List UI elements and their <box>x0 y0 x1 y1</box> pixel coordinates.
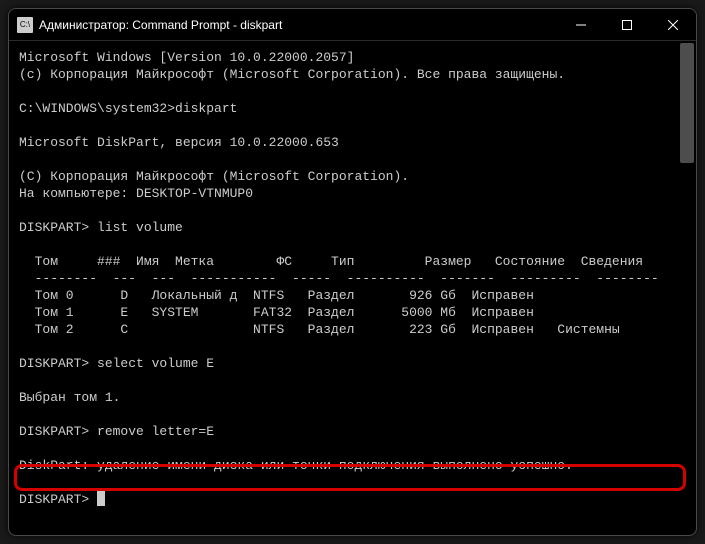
app-icon: C:\ <box>17 17 33 33</box>
output-line: (c) Корпорация Майкрософт (Microsoft Cor… <box>19 67 565 82</box>
success-message: DiskPart: удаление имени диска или точки… <box>19 458 573 473</box>
table-divider: -------- --- --- ----------- ----- -----… <box>19 271 659 286</box>
minimize-icon <box>576 20 586 30</box>
prompt-line: DISKPART> list volume <box>19 220 183 235</box>
output-line: Выбран том 1. <box>19 390 120 405</box>
current-prompt: DISKPART> <box>19 492 97 507</box>
table-row: Том 0 D Локальный д NTFS Раздел 926 Gб И… <box>19 288 534 303</box>
output-line: (C) Корпорация Майкрософт (Microsoft Cor… <box>19 169 409 184</box>
output-line: Microsoft DiskPart, версия 10.0.22000.65… <box>19 135 339 150</box>
terminal-output[interactable]: Microsoft Windows [Version 10.0.22000.20… <box>9 41 696 535</box>
table-row: Том 2 C NTFS Раздел 223 Gб Исправен Сист… <box>19 322 620 337</box>
maximize-icon <box>622 20 632 30</box>
window-controls <box>558 9 696 40</box>
table-header: Том ### Имя Метка ФС Тип Размер Состояни… <box>19 254 643 269</box>
titlebar[interactable]: C:\ Администратор: Command Prompt - disk… <box>9 9 696 41</box>
cursor <box>97 491 105 506</box>
maximize-button[interactable] <box>604 9 650 40</box>
window-title: Администратор: Command Prompt - diskpart <box>39 18 558 32</box>
output-line: Microsoft Windows [Version 10.0.22000.20… <box>19 50 354 65</box>
table-row: Том 1 E SYSTEM FAT32 Раздел 5000 Мб Испр… <box>19 305 534 320</box>
scrollbar-thumb[interactable] <box>680 43 694 163</box>
command-prompt-window: C:\ Администратор: Command Prompt - disk… <box>8 8 697 536</box>
minimize-button[interactable] <box>558 9 604 40</box>
prompt-line: C:\WINDOWS\system32>diskpart <box>19 101 237 116</box>
close-button[interactable] <box>650 9 696 40</box>
prompt-line: DISKPART> select volume E <box>19 356 214 371</box>
close-icon <box>668 20 678 30</box>
prompt-line: DISKPART> remove letter=E <box>19 424 214 439</box>
output-line: На компьютере: DESKTOP-VTNMUP0 <box>19 186 253 201</box>
